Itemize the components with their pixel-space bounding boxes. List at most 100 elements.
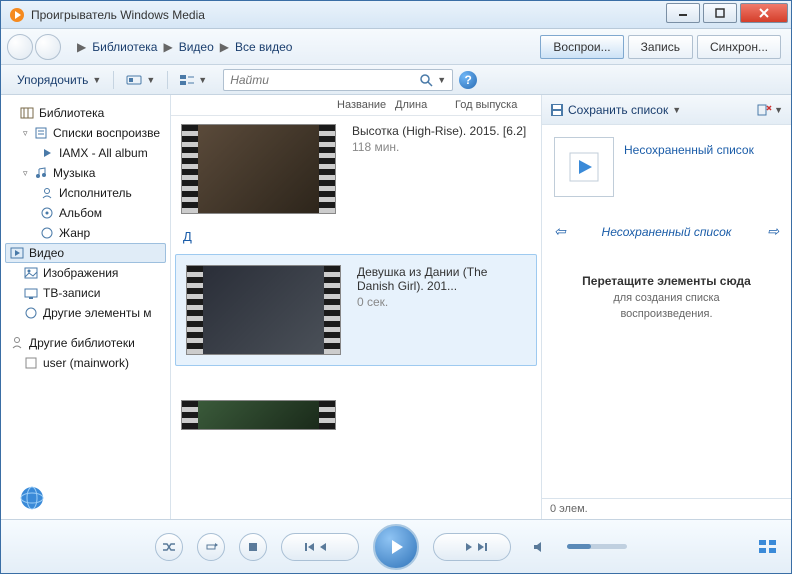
view-menu[interactable]: ▼ — [172, 72, 215, 88]
prev-list-button[interactable]: ⇦ — [554, 223, 566, 240]
view-icon — [180, 74, 194, 86]
next-track-button[interactable] — [433, 533, 511, 561]
sidebar-item-playlists[interactable]: ▿Списки воспроизве — [5, 123, 166, 143]
sidebar-label: Исполнитель — [59, 186, 132, 200]
video-duration: 0 сек. — [357, 295, 526, 309]
user-icon — [23, 355, 39, 371]
playlist-drop-area[interactable]: Перетащите элементы сюда для создания сп… — [582, 274, 751, 320]
search-box[interactable]: ▼ — [223, 69, 453, 91]
breadcrumb-all-video[interactable]: Все видео — [235, 40, 292, 54]
save-icon[interactable] — [550, 103, 564, 117]
sidebar-item-other[interactable]: Другие элементы м — [5, 303, 166, 323]
col-length[interactable]: Длина — [395, 99, 455, 111]
sidebar-item-artist[interactable]: Исполнитель — [5, 183, 166, 203]
sidebar: Библиотека ▿Списки воспроизве IAMX - All… — [1, 95, 171, 519]
sidebar-item-user[interactable]: user (mainwork) — [5, 353, 166, 373]
video-item[interactable]: Высотка (High-Rise). 2015. [6.2] 118 мин… — [171, 116, 541, 222]
media-guide-button[interactable] — [18, 484, 46, 512]
player-bar — [1, 519, 791, 573]
title-bar: Проигрыватель Windows Media — [1, 1, 791, 29]
col-year[interactable]: Год выпуска — [455, 99, 535, 111]
playlist-header: Несохраненный список — [602, 225, 732, 239]
sidebar-item-genre[interactable]: Жанр — [5, 223, 166, 243]
chevron-down-icon[interactable]: ▼ — [672, 105, 681, 115]
chevron-down-icon[interactable]: ▼ — [774, 105, 783, 115]
tab-sync[interactable]: Синхрон... — [697, 35, 781, 59]
shuffle-button[interactable] — [155, 533, 183, 561]
album-icon — [39, 205, 55, 221]
other-icon — [23, 305, 39, 321]
maximize-button[interactable] — [703, 3, 737, 23]
tab-play[interactable]: Воспрои... — [540, 35, 623, 59]
tab-burn[interactable]: Запись — [628, 35, 693, 59]
video-item[interactable] — [171, 370, 541, 438]
sidebar-label: Библиотека — [39, 106, 104, 120]
close-button[interactable] — [740, 3, 788, 23]
video-list: Название Длина Год выпуска Высотка (High… — [171, 95, 541, 519]
sidebar-label: Другие элементы м — [43, 306, 152, 320]
nav-bar: ▶ Библиотека ▶ Видео ▶ Все видео Воспрои… — [1, 29, 791, 65]
prev-track-button[interactable] — [281, 533, 359, 561]
video-item-selected[interactable]: Девушка из Дании (The Danish Girl). 201.… — [175, 254, 537, 366]
next-list-button[interactable]: ⇨ — [767, 223, 779, 240]
stop-button[interactable] — [239, 533, 267, 561]
playlist-item-icon — [39, 145, 55, 161]
video-thumbnail — [181, 124, 336, 214]
column-headers[interactable]: Название Длина Год выпуска — [171, 95, 541, 116]
sidebar-label: Альбом — [59, 206, 102, 220]
sidebar-label: ТВ-записи — [43, 286, 100, 300]
mute-button[interactable] — [525, 533, 553, 561]
video-duration: 118 мин. — [352, 140, 531, 154]
organize-menu[interactable]: Упорядочить ▼ — [9, 71, 109, 89]
chevron-down-icon: ▼ — [92, 75, 101, 85]
play-button[interactable] — [373, 524, 419, 570]
video-thumbnail — [186, 265, 341, 355]
sidebar-item-video[interactable]: Видео — [5, 243, 166, 263]
playlist-footer: 0 элем. — [542, 498, 791, 519]
music-icon — [33, 165, 49, 181]
network-icon — [9, 335, 25, 351]
minimize-button[interactable] — [666, 3, 700, 23]
video-title: Высотка (High-Rise). 2015. [6.2] — [352, 124, 531, 138]
artist-icon — [39, 185, 55, 201]
drop-title: Перетащите элементы сюда — [582, 274, 751, 288]
video-icon — [9, 245, 25, 261]
repeat-button[interactable] — [197, 533, 225, 561]
help-button[interactable]: ? — [459, 71, 477, 89]
sidebar-label: IAMX - All album — [59, 146, 148, 160]
sidebar-item-album[interactable]: Альбом — [5, 203, 166, 223]
sidebar-item-music[interactable]: ▿Музыка — [5, 163, 166, 183]
forward-button[interactable] — [35, 34, 61, 60]
volume-slider[interactable] — [567, 544, 627, 549]
video-thumbnail — [181, 400, 336, 430]
playlist-icon — [33, 125, 49, 141]
sidebar-item-tv[interactable]: ТВ-записи — [5, 283, 166, 303]
chevron-down-icon: ▼ — [146, 75, 155, 85]
clear-list-button[interactable] — [756, 103, 772, 117]
breadcrumb-library[interactable]: Библиотека — [92, 40, 157, 54]
sidebar-label: Видео — [29, 246, 64, 260]
sidebar-label: Изображения — [43, 266, 118, 280]
playlist-toolbar: Сохранить список ▼ ▼ — [542, 95, 791, 125]
search-icon[interactable] — [419, 73, 433, 87]
drop-sub1: для создания списка — [582, 292, 751, 304]
save-list-button[interactable]: Сохранить список — [568, 103, 668, 117]
library-icon — [19, 105, 35, 121]
sidebar-label: user (mainwork) — [43, 356, 129, 370]
playlist-pane: Сохранить список ▼ ▼ Несохраненный списо… — [541, 95, 791, 519]
sidebar-item-iamx[interactable]: IAMX - All album — [5, 143, 166, 163]
sidebar-item-library[interactable]: Библиотека — [5, 103, 166, 123]
search-input[interactable] — [230, 73, 419, 87]
back-button[interactable] — [7, 34, 33, 60]
breadcrumb-video[interactable]: Видео — [179, 40, 214, 54]
col-name[interactable]: Название — [337, 99, 395, 111]
unsaved-list-link[interactable]: Несохраненный список — [624, 143, 754, 157]
sidebar-item-other-libraries[interactable]: Другие библиотеки — [5, 333, 166, 353]
switch-view-button[interactable] — [759, 540, 777, 554]
stream-menu[interactable]: ▼ — [118, 72, 163, 88]
wmp-icon — [9, 7, 25, 23]
chevron-down-icon[interactable]: ▼ — [437, 75, 446, 85]
sidebar-item-images[interactable]: Изображения — [5, 263, 166, 283]
playlist-count: 0 элем. — [550, 503, 588, 515]
chevron-down-icon: ▼ — [198, 75, 207, 85]
